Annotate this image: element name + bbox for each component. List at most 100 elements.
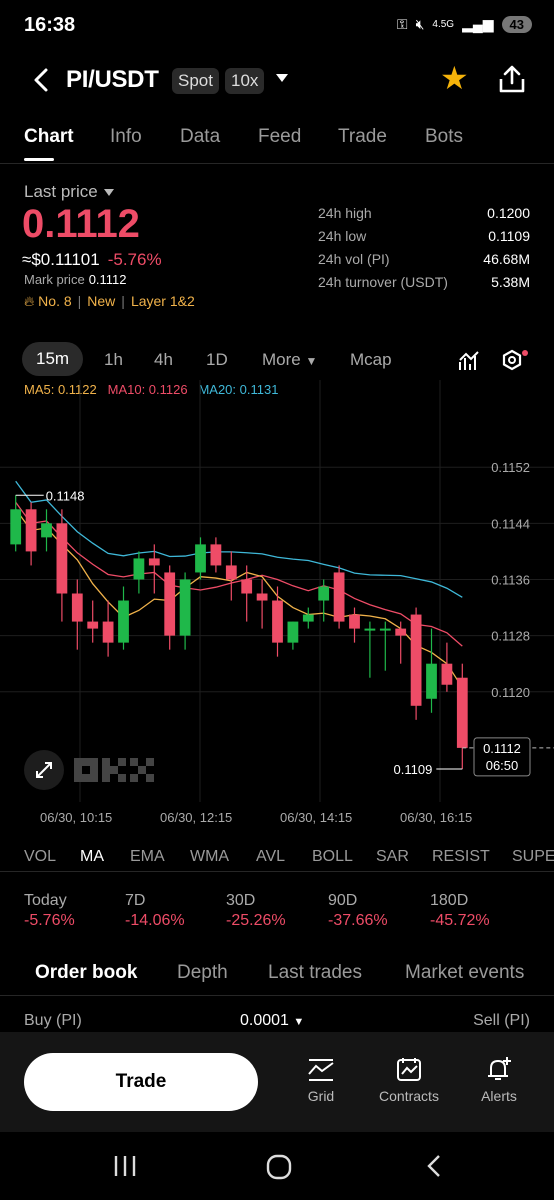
timeframe-mcap[interactable]: Mcap [350, 350, 392, 370]
candle-body [272, 600, 283, 643]
sell-column-label: Sell (PI) [473, 1012, 530, 1029]
candle-body [333, 572, 345, 622]
tab-data[interactable]: Data [180, 126, 220, 148]
status-icons: ⚿ 🔇︎ 4.5G ▂▄▆ 43 [397, 16, 532, 33]
tag-new[interactable]: New [87, 293, 115, 309]
tab-info[interactable]: Info [110, 126, 142, 148]
timeframe-more[interactable]: More ▼ [262, 350, 317, 370]
grid-icon [308, 1059, 334, 1081]
current-price-label: 0.1112 [483, 741, 521, 756]
indicator-supertrend[interactable]: SUPE [512, 848, 554, 866]
y-tick-label: 0.1120 [491, 685, 530, 700]
timeframe-bar: 15m 1h 4h 1D More ▼ Mcap [0, 342, 554, 380]
candle-body [41, 523, 52, 538]
recent-apps-icon[interactable] [112, 1154, 138, 1178]
expand-icon [36, 762, 52, 778]
indicator-wma[interactable]: WMA [190, 848, 229, 866]
candlestick-chart[interactable]: 0.1152 0.1144 0.1136 0.1128 0.1120 0.1148 0.11… [0, 380, 554, 802]
leverage-badge: 10x [225, 68, 265, 94]
candle-body [148, 558, 160, 566]
tag-rank[interactable]: No. 8 [38, 293, 71, 309]
home-icon[interactable] [266, 1154, 292, 1180]
indicator-ema[interactable]: EMA [130, 848, 165, 866]
status-bar: 16:38 ⚿ 🔇︎ 4.5G ▂▄▆ 43 [0, 0, 554, 56]
tab-chart[interactable]: Chart [24, 126, 74, 148]
mark-price-line: Mark price 0.1112 [24, 272, 127, 287]
pair-dropdown-icon[interactable] [276, 74, 288, 82]
indicator-boll[interactable]: BOLL [312, 848, 353, 866]
tab-trade[interactable]: Trade [338, 126, 387, 148]
candle-body [456, 677, 468, 748]
candle-body [410, 614, 422, 706]
candle-body [71, 593, 83, 622]
bottom-action-bar: Trade Grid Contracts Alerts [0, 1032, 554, 1132]
price-step-selector[interactable]: 0.0001 ▼ [240, 1012, 304, 1030]
system-navigation-bar [0, 1132, 554, 1200]
fullscreen-button[interactable] [24, 750, 64, 790]
x-tick-label: 06/30, 14:15 [280, 810, 353, 825]
favorite-star-icon[interactable]: ★ [440, 62, 469, 94]
signal-icon: ▂▄▆ [462, 16, 494, 32]
tag-layer[interactable]: Layer 1&2 [131, 293, 195, 309]
low-price-label: 0.1109 [394, 762, 433, 777]
indicator-ma[interactable]: MA [80, 848, 104, 866]
candle-body [441, 663, 453, 685]
x-tick-label: 06/30, 16:15 [400, 810, 473, 825]
stat-row: 24h vol (PI) 46.68M [318, 251, 530, 267]
candle-body [118, 600, 129, 643]
x-tick-label: 06/30, 10:15 [40, 810, 113, 825]
usd-price: ≈$0.11101 [22, 250, 100, 269]
stat-row: 24h low 0.1109 [318, 228, 530, 244]
perf-30d: 30D -25.26% [226, 892, 286, 929]
last-price-label[interactable]: Last price [24, 182, 114, 202]
alerts-button[interactable]: Alerts [464, 1056, 534, 1104]
contracts-button[interactable]: Contracts [374, 1056, 444, 1104]
timeframe-15m[interactable]: 15m [22, 342, 84, 376]
indicator-sar[interactable]: SAR [376, 848, 409, 866]
price-change: -5.76% [107, 250, 162, 269]
candle-body [349, 614, 360, 629]
candle-body [210, 544, 222, 566]
tab-depth[interactable]: Depth [177, 962, 228, 984]
timeframe-1h[interactable]: 1h [104, 350, 123, 370]
back-arrow-icon[interactable] [30, 66, 54, 94]
grid-button[interactable]: Grid [286, 1056, 356, 1104]
indicator-resist[interactable]: RESIST [432, 848, 490, 866]
indicator-chart-icon[interactable] [458, 350, 480, 372]
mark-price-label: Mark price [24, 272, 85, 287]
candle-body [10, 509, 22, 545]
last-price-dropdown-icon [103, 189, 114, 197]
share-icon[interactable] [498, 64, 526, 94]
timeframe-1d[interactable]: 1D [206, 350, 228, 370]
contracts-icon [397, 1058, 421, 1081]
indicator-vol[interactable]: VOL [24, 848, 56, 866]
candle-body [164, 572, 176, 636]
indicator-avl[interactable]: AVL [256, 848, 285, 866]
trade-button[interactable]: Trade [24, 1053, 258, 1111]
status-time: 16:38 [24, 14, 76, 36]
candle-body [318, 586, 330, 601]
chart-settings-icon[interactable] [500, 348, 528, 374]
tab-bots[interactable]: Bots [425, 126, 463, 148]
tab-last-trades[interactable]: Last trades [268, 962, 362, 984]
indicator-bar: VOL MA EMA WMA AVL BOLL SAR RESIST SUPE [0, 846, 554, 872]
perf-today: Today -5.76% [24, 892, 75, 929]
pair-title[interactable]: PI/USDT [66, 66, 159, 94]
tab-market-events[interactable]: Market events [405, 962, 524, 984]
tab-order-book[interactable]: Order book [35, 962, 137, 984]
candle-body [102, 621, 114, 643]
market-type-badge: Spot [172, 68, 219, 94]
candle-body [241, 579, 253, 594]
active-tab-indicator [24, 158, 54, 161]
perf-90d: 90D -37.66% [328, 892, 388, 929]
stat-row: 24h turnover (USDT) 5.38M [318, 274, 530, 290]
timeframe-4h[interactable]: 4h [154, 350, 173, 370]
candle-body [379, 628, 391, 631]
system-back-icon[interactable] [424, 1154, 444, 1178]
orderbook-tabs: Order book Depth Last trades Market even… [0, 960, 554, 996]
bell-plus-icon [488, 1057, 511, 1080]
candle-countdown-label: 06:50 [486, 758, 519, 773]
y-tick-label: 0.1128 [491, 629, 530, 644]
candle-body [302, 614, 314, 622]
tab-feed[interactable]: Feed [258, 126, 301, 148]
